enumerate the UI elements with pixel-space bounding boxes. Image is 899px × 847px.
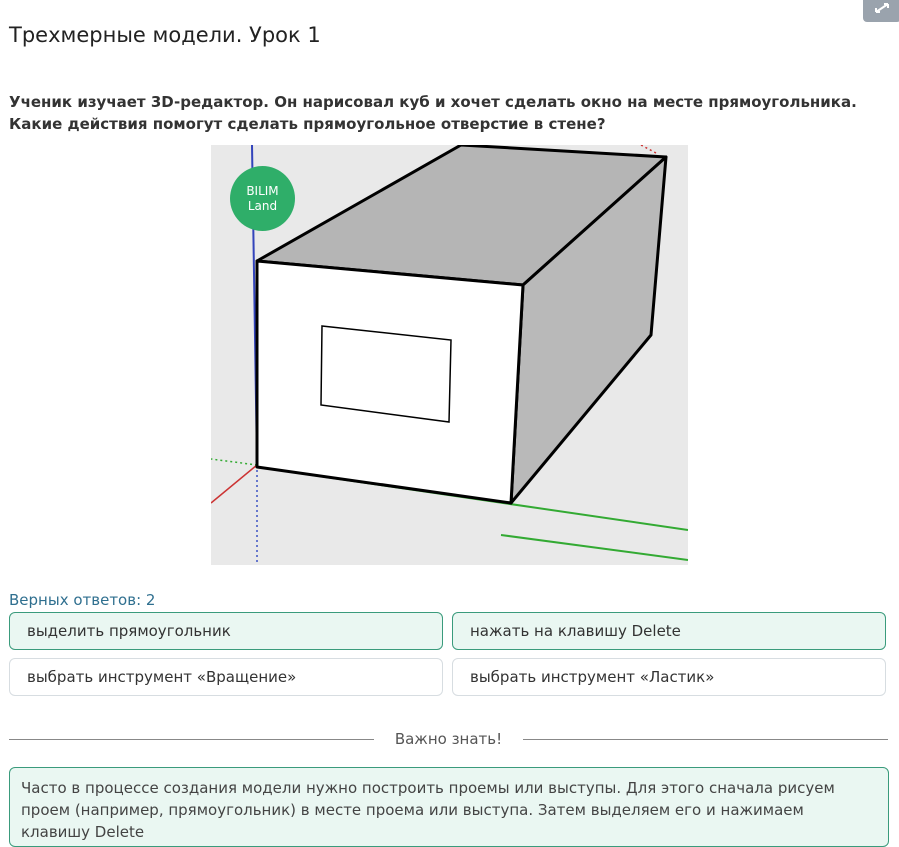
logo-line2: Land [247, 198, 278, 213]
correct-answers-count: Верных ответов: 2 [9, 591, 156, 609]
cube-illustration: BILIM Land [211, 145, 688, 565]
answer-option-press-delete[interactable]: нажать на клавишу Delete [452, 612, 886, 650]
answer-option-select-rectangle[interactable]: выделить прямоугольник [9, 612, 443, 650]
divider-left [9, 739, 374, 740]
important-text: Часто в процессе создания модели нужно п… [21, 779, 835, 841]
question-text: Ученик изучает 3D-редактор. Он нарисовал… [9, 93, 857, 133]
logo-line1: BILIM [246, 183, 279, 198]
page-title: Трехмерные модели. Урок 1 [9, 23, 321, 47]
divider-right [523, 739, 888, 740]
expand-icon [875, 3, 889, 13]
bilimland-logo: BILIM Land [230, 166, 295, 231]
answer-option-eraser-tool[interactable]: выбрать инструмент «Ластик» [452, 658, 886, 696]
important-info-box: Часто в процессе создания модели нужно п… [9, 767, 889, 847]
answer-option-rotate-tool[interactable]: выбрать инструмент «Вращение» [9, 658, 443, 696]
expand-button[interactable] [863, 0, 899, 22]
important-heading: Важно знать! [394, 730, 503, 748]
